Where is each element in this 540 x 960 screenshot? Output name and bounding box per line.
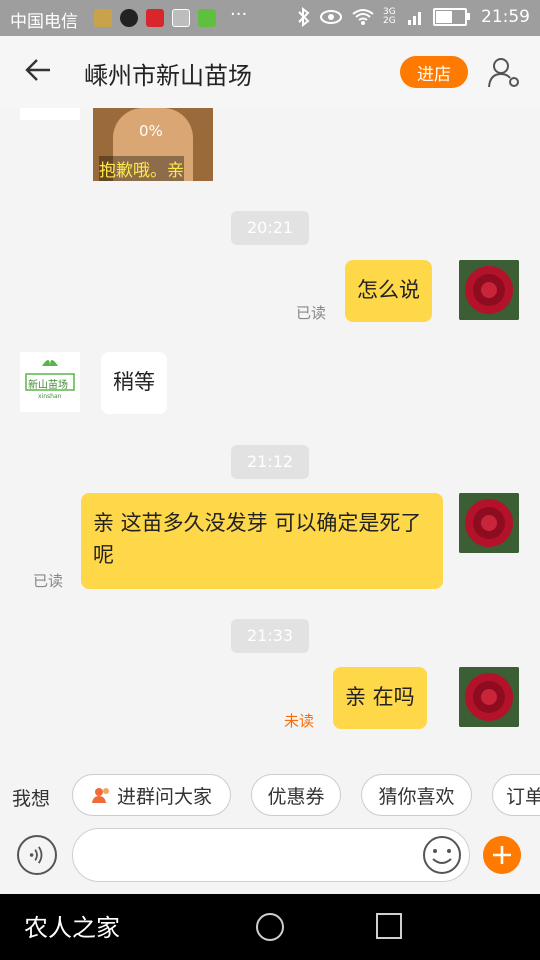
chip-coupons[interactable]: 优惠券	[251, 774, 341, 816]
eye-comfort-icon	[320, 10, 342, 24]
input-bar	[0, 828, 540, 894]
shop-avatar[interactable]: 新山苗场 xinshan	[20, 352, 80, 412]
message-bubble[interactable]: 亲 这苗多久没发芽 可以确定是死了呢	[81, 493, 443, 589]
plus-icon[interactable]	[483, 836, 521, 874]
diy-app-icon	[198, 9, 216, 27]
image-message[interactable]: 0% 抱歉哦。亲	[93, 108, 213, 181]
message-input[interactable]	[72, 828, 470, 882]
recent-apps-button[interactable]	[376, 913, 402, 939]
logo-subtext: xinshan	[38, 393, 62, 400]
shop-avatar[interactable]	[20, 108, 80, 120]
enter-shop-button[interactable]: 进店	[400, 56, 468, 88]
message-bubble[interactable]: 怎么说	[345, 260, 432, 322]
system-indicators: 3G 2G 21:59	[297, 7, 530, 27]
carrier-name: 中国电信	[10, 12, 78, 32]
gallery-icon	[172, 9, 190, 27]
status-bar: 中国电信 ··· 3G 2G 21:59	[0, 0, 540, 36]
more-notifications-icon: ···	[230, 4, 248, 25]
watermark: 农人之家	[24, 914, 120, 942]
home-button[interactable]	[256, 913, 284, 941]
page-title: 嵊州市新山苗场	[84, 62, 252, 90]
tmall-icon	[146, 9, 164, 27]
user-avatar[interactable]	[459, 493, 519, 553]
timestamp: 21:12	[231, 445, 310, 479]
rose-image	[459, 493, 519, 553]
wifi-icon	[352, 9, 374, 25]
chip-label: 进群问大家	[116, 785, 212, 808]
navigation-bar: 农人之家	[0, 894, 540, 960]
timestamp: 21:33	[231, 619, 310, 653]
chat-header: 嵊州市新山苗场 进店	[0, 36, 540, 108]
bluetooth-icon	[298, 7, 310, 27]
read-status: 已读	[296, 304, 327, 322]
flower-app-icon	[94, 9, 112, 27]
chip-orders[interactable]: 订单	[492, 774, 540, 816]
chip-guess-you-like[interactable]: 猜你喜欢	[361, 774, 472, 816]
suggestion-bar: 我想 进群问大家 优惠券 猜你喜欢 订单	[0, 760, 540, 832]
image-caption: 抱歉哦。亲	[99, 156, 184, 181]
chip-label: 订单	[506, 785, 540, 808]
rose-image	[459, 260, 519, 320]
suggestion-label: 我想	[12, 788, 51, 810]
network-type: 3G 2G	[383, 7, 396, 26]
back-arrow-icon[interactable]	[22, 54, 54, 86]
user-settings-icon[interactable]	[486, 54, 522, 90]
logo-text: 新山苗场	[28, 380, 68, 391]
image-progress: 0%	[139, 122, 163, 140]
user-avatar[interactable]	[459, 260, 519, 320]
clock: 21:59	[481, 7, 530, 27]
qq-icon	[120, 9, 138, 27]
timestamp: 20:21	[231, 211, 310, 245]
message-bubble[interactable]: 亲 在吗	[333, 667, 427, 729]
signal-icon	[408, 12, 421, 25]
chat-area[interactable]: 0% 抱歉哦。亲 20:21 怎么说 已读 新山苗场 xinshan 稍等 21…	[0, 108, 540, 760]
emoji-icon[interactable]	[422, 835, 462, 875]
battery-icon	[433, 8, 470, 26]
message-bubble[interactable]: 稍等	[101, 352, 167, 414]
group-chat-icon	[91, 788, 109, 803]
unread-status: 未读	[284, 712, 315, 730]
chip-label: 猜你喜欢	[378, 785, 455, 808]
notification-icons	[94, 9, 216, 27]
rose-image	[459, 667, 519, 727]
user-avatar[interactable]	[459, 667, 519, 727]
voice-input-icon[interactable]	[17, 835, 57, 875]
chip-label: 优惠券	[267, 785, 325, 808]
chip-join-group[interactable]: 进群问大家	[72, 774, 231, 816]
read-status: 已读	[33, 572, 64, 590]
